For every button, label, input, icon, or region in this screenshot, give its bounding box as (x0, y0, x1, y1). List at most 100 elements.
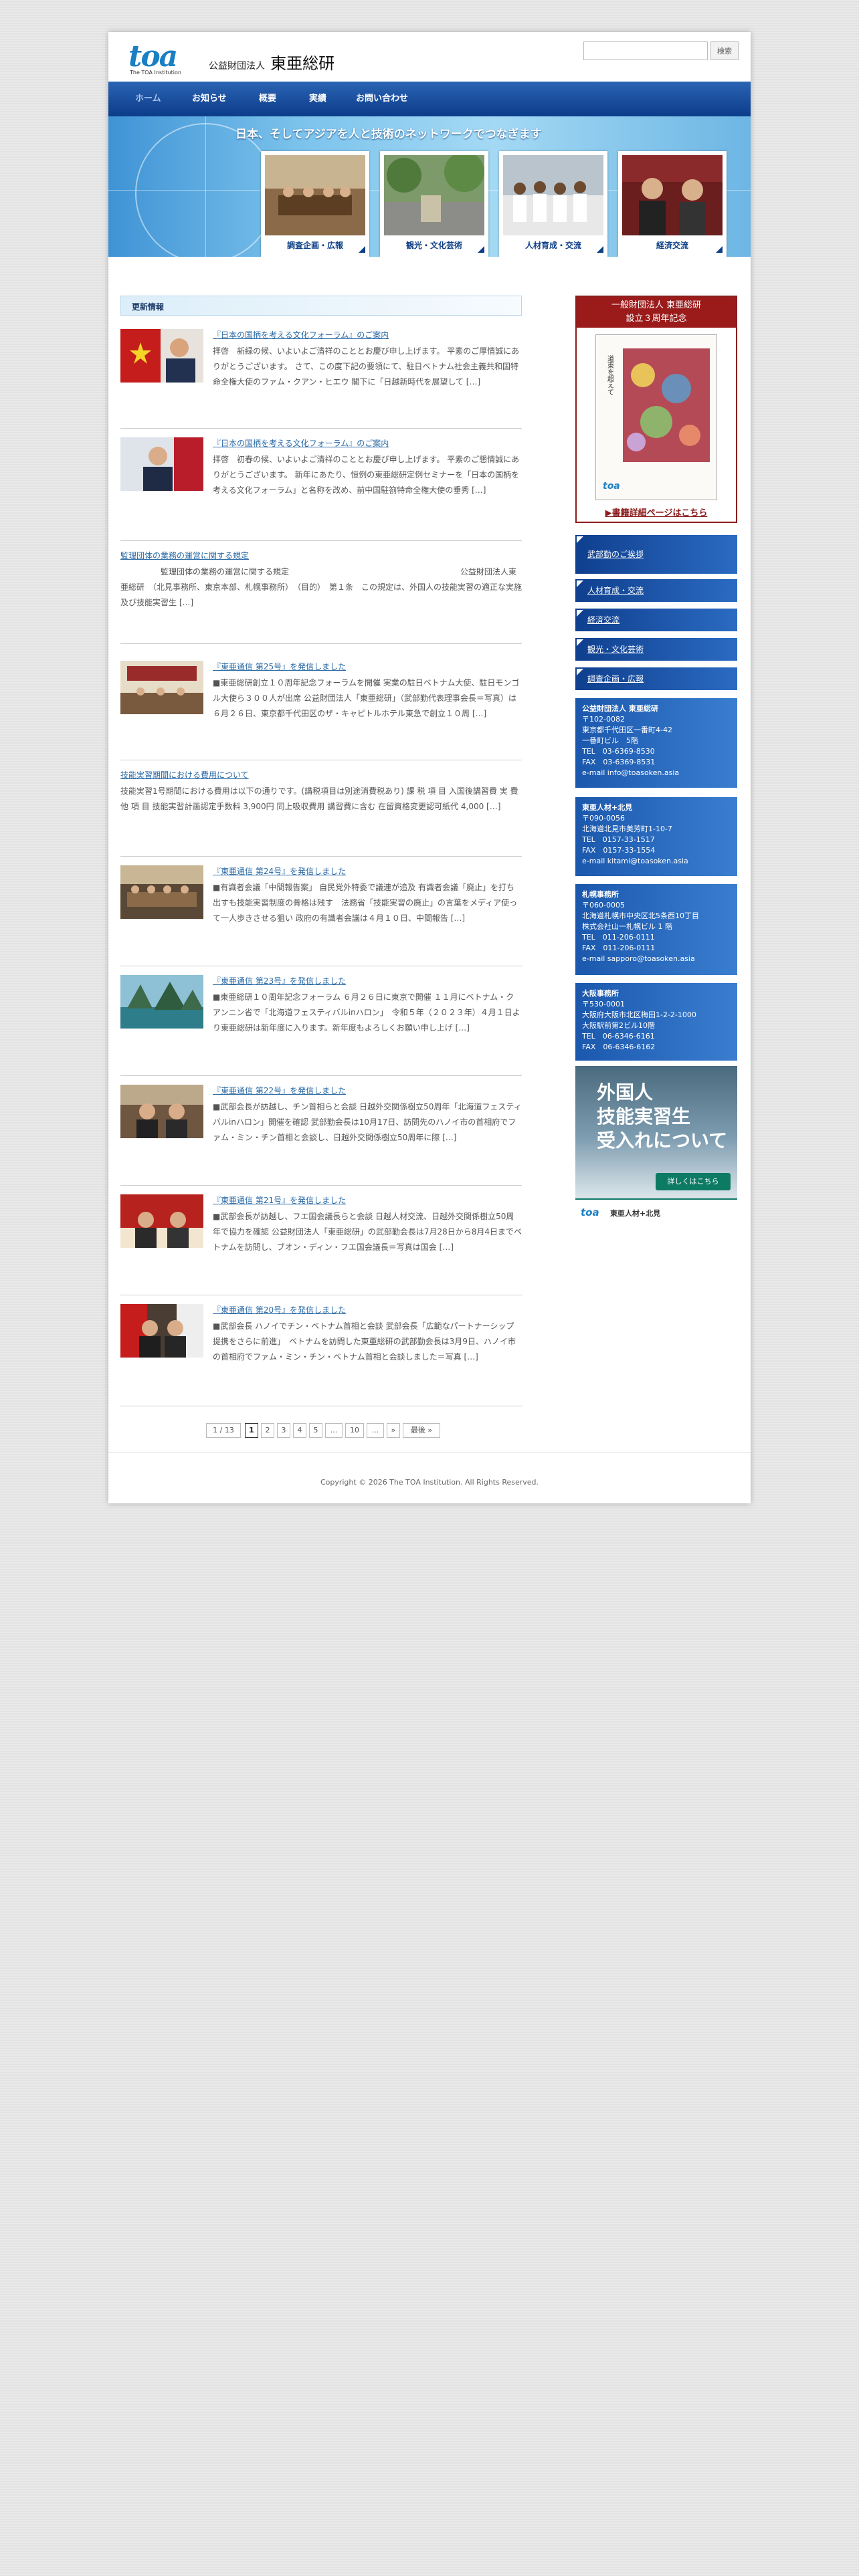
office-name: 東亜人材+北見 (582, 803, 633, 812)
office-line: 北海道札幌市中央区北5条西10丁目 (582, 911, 699, 920)
book-logo: toa (603, 481, 620, 492)
post-title-link[interactable]: 監理団体の業務の運営に関する規定 (120, 550, 249, 561)
nav-results[interactable]: 実績 (309, 82, 326, 116)
tile-training[interactable]: 人材育成・交流 (499, 151, 607, 257)
post-thumbnail[interactable] (120, 1085, 203, 1138)
tile-photo (503, 155, 603, 235)
post-title-link[interactable]: 『東亜通信 第24号』を発信しました (213, 865, 346, 877)
updates-heading: 更新情報 (120, 296, 522, 316)
office-email[interactable]: e-mail sapporo@toasoken.asia (582, 954, 731, 964)
office-line: FAX 011-206-0111 (582, 944, 656, 952)
sidebar-research-button[interactable]: 調査企画・広報 (575, 667, 737, 690)
post-title-link[interactable]: 技能実習期間における費用について (120, 769, 249, 780)
post-title-link[interactable]: 『日本の国柄を考える文化フォーラム』のご案内 (213, 437, 389, 449)
corner-arrow-icon (597, 246, 603, 253)
office-line: 〒090-0056 (582, 814, 625, 823)
corner-arrow-icon (716, 246, 723, 253)
page-last[interactable]: 最後 » (403, 1423, 440, 1438)
trainee-ad-banner[interactable]: 外国人 技能実習生 受入れについて 詳しくはこちら toa 東亜人材+北見 (575, 1066, 737, 1224)
office-email[interactable]: e-mail kitami@toasoken.asia (582, 856, 731, 867)
office-line: TEL 06-6346-6161 (582, 1032, 655, 1041)
post-excerpt: ■武部会長が訪越し、チン首相らと会談 日越外交関係樹立50周年「北海道フェスティ… (213, 1102, 522, 1142)
sidebar-culture-button[interactable]: 観光・文化芸術 (575, 638, 737, 661)
post-thumbnail[interactable] (120, 975, 203, 1029)
office-line: 〒102-0082 (582, 715, 625, 724)
page-link[interactable]: 10 (345, 1423, 364, 1438)
search-button[interactable]: 検索 (710, 41, 739, 60)
post-thumbnail[interactable] (120, 437, 203, 491)
office-line: 株式会社山一札幌ビル 1 階 (582, 922, 672, 931)
nav-home[interactable]: ホーム (135, 82, 161, 116)
post-item: 『東亜通信 第22号』を発信しました ■武部会長が訪越し、チン首相らと会談 日越… (120, 1085, 522, 1172)
ad-footer-text: 東亜人材+北見 (610, 1209, 661, 1218)
post-title-link[interactable]: 『東亜通信 第22号』を発信しました (213, 1085, 346, 1096)
post-title-link[interactable]: 『東亜通信 第23号』を発信しました (213, 975, 346, 986)
corner-arrow-icon (478, 246, 484, 253)
post-divider (120, 1075, 522, 1076)
post-title-link[interactable]: 『東亜通信 第21号』を発信しました (213, 1194, 346, 1206)
post-thumbnail[interactable] (120, 1304, 203, 1358)
ad-logo: toa (581, 1206, 599, 1218)
ad-line: 受入れについて (597, 1130, 728, 1152)
post-excerpt: ■有識者会議「中間報告案」 自民党外特委で議連が追及 有識者会議「廃止」を打ち出… (213, 883, 518, 923)
post-item: 『東亜通信 第23号』を発信しました ■東亜総研１０周年記念フォーラム ６月２６… (120, 975, 522, 1062)
sidebar-greeting-button[interactable]: 武部勤のご挨拶 (575, 535, 737, 574)
office-line: 一番町ビル 5階 (582, 736, 638, 745)
corner-arrow-icon (577, 536, 583, 543)
banner-anniversary: 設立３周年記念 (626, 314, 687, 324)
post-divider (120, 1185, 522, 1186)
sidebar-economy-button[interactable]: 経済交流 (575, 609, 737, 631)
org-title: 東亜総研 (270, 54, 335, 73)
page-link[interactable]: 5 (309, 1423, 322, 1438)
site-logo[interactable]: toa The TOA Institution (128, 42, 195, 78)
sidebar-training-button[interactable]: 人材育成・交流 (575, 579, 737, 602)
page-next[interactable]: » (387, 1423, 400, 1438)
corner-arrow-icon (577, 669, 583, 675)
post-thumbnail[interactable] (120, 1194, 203, 1248)
nav-contact[interactable]: お問い合わせ (356, 82, 408, 116)
post-thumbnail[interactable] (120, 329, 203, 383)
page-link[interactable]: 2 (261, 1423, 274, 1438)
post-title-link[interactable]: 『東亜通信 第25号』を発信しました (213, 661, 346, 672)
page-link[interactable]: 4 (293, 1423, 306, 1438)
tile-culture[interactable]: 観光・文化芸術 (380, 151, 488, 257)
search-input[interactable] (583, 41, 708, 60)
tile-research[interactable]: 調査企画・広報 (261, 151, 369, 257)
anniversary-banner[interactable]: 一般財団法人 東亜総研 設立３周年記念 道東を超えて toa ▶書籍詳細ページは… (575, 296, 737, 523)
corner-arrow-icon (577, 639, 583, 646)
main-nav: ホーム お知らせ 概要 実績 お問い合わせ (108, 82, 751, 116)
tile-label: 経済交流 (656, 241, 688, 250)
ad-more-button[interactable]: 詳しくはこちら (656, 1173, 731, 1190)
page-link[interactable]: 3 (277, 1423, 290, 1438)
tile-photo (265, 155, 365, 235)
book-detail-link[interactable]: ▶書籍詳細ページはこちら (577, 506, 736, 518)
post-divider (120, 643, 522, 644)
ad-footer: toa 東亜人材+北見 (575, 1198, 737, 1224)
post-thumbnail[interactable] (120, 661, 203, 714)
nav-news[interactable]: お知らせ (192, 82, 227, 116)
page-ellipsis: ... (325, 1423, 343, 1438)
ad-line: 外国人 (597, 1081, 654, 1103)
post-divider (120, 428, 522, 429)
org-name: 公益財団法人 東亜総研 (209, 50, 335, 74)
post-title-link[interactable]: 『日本の国柄を考える文化フォーラム』のご案内 (213, 329, 389, 340)
page-ellipsis: ... (367, 1423, 384, 1438)
office-line: 大阪府大阪市北区梅田1-2-2-1000 (582, 1010, 696, 1019)
sidebar-button-label: 観光・文化芸術 (587, 645, 644, 654)
post-item: 『東亜通信 第20号』を発信しました ■武部会長 ハノイでチン・ベトナム首相と会… (120, 1304, 522, 1391)
tile-economy[interactable]: 経済交流 (618, 151, 727, 257)
post-title-link[interactable]: 『東亜通信 第20号』を発信しました (213, 1304, 346, 1315)
post-thumbnail[interactable] (120, 865, 203, 919)
post-item: 『日本の国柄を考える文化フォーラム』のご案内 拝啓 初春の候、いよいよご清祥のこ… (120, 437, 522, 538)
banner-header: 一般財団法人 東亜総研 設立３周年記念 (577, 297, 736, 328)
corner-arrow-icon (577, 610, 583, 617)
office-line: TEL 0157-33-1517 (582, 835, 655, 844)
banner-title: 日本、そしてアジアを人と技術のネットワークでつなぎます (235, 128, 542, 141)
office-name: 札幌事務所 (582, 890, 619, 899)
sidebar-button-label: 人材育成・交流 (587, 586, 644, 595)
office-line: 〒060-0005 (582, 901, 625, 909)
post-excerpt: 監理団体の業務の運営に関する規定 公益財団法人東亜総研 （北見事務所、東京本部、… (120, 567, 522, 607)
nav-about[interactable]: 概要 (259, 82, 276, 116)
book-title: 道東を超えて (606, 354, 614, 395)
office-email[interactable]: e-mail info@toasoken.asia (582, 768, 731, 778)
